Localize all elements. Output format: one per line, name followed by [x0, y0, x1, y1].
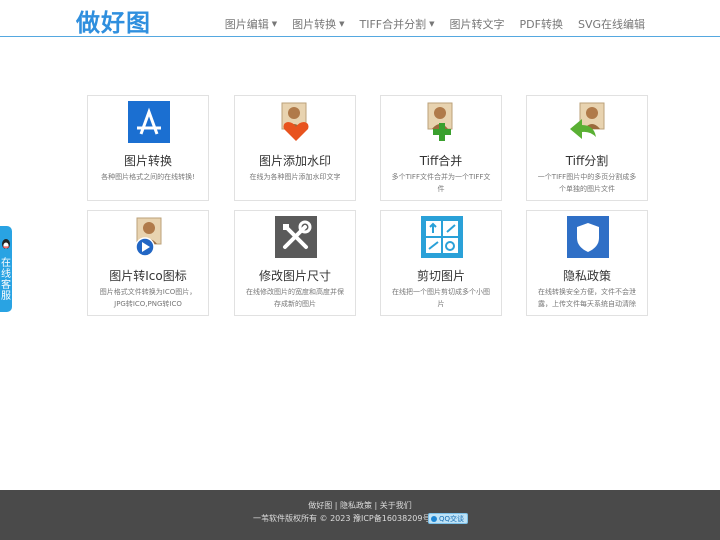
card-title: 图片添加水印	[258, 154, 331, 168]
photo-heart-icon	[281, 102, 309, 141]
online-support-tab[interactable]: 在线客服	[0, 226, 12, 312]
card-title: Tiff合并	[419, 154, 463, 168]
footer-separator: |	[374, 501, 378, 510]
card-desc: 各种图片格式之间的在线转换!	[101, 173, 195, 181]
photo-plus-icon	[427, 102, 453, 141]
card-add-watermark[interactable]: 图片添加水印 在线为各种图片添加水印文字	[234, 95, 356, 201]
nav-image-to-text[interactable]: 图片转文字	[450, 16, 505, 32]
tools-icon	[275, 216, 317, 258]
card-tiff-merge[interactable]: Tiff合并 多个TIFF文件合并为一个TIFF文件	[380, 95, 502, 201]
site-footer: 做好图 | 隐私政策 | 关于我们 一苇软件版权所有 © 2023 豫ICP备1…	[0, 490, 720, 540]
card-title: 图片转换	[123, 154, 172, 168]
caret-down-icon: ▼	[271, 20, 278, 28]
card-desc: 在线把一个图片剪切成多个小图片	[392, 288, 490, 308]
card-resize-image[interactable]: 修改图片尺寸 在线修改图片的宽度和高度并保存成新的图片	[234, 210, 356, 316]
nav-pdf-convert[interactable]: PDF转换	[520, 16, 563, 32]
card-tiff-split[interactable]: Tiff分割 一个TIFF图片中的多页分割成多个单独的图片文件	[526, 95, 648, 201]
card-desc: 一个TIFF图片中的多页分割成多个单独的图片文件	[537, 173, 637, 193]
card-image-to-ico[interactable]: 图片转Ico图标 图片格式文件转换为ICO图片，JPG转ICO,PNG转ICO	[87, 210, 209, 316]
app-store-icon	[128, 101, 170, 143]
card-title: 隐私政策	[562, 269, 611, 283]
footer-links: 做好图 | 隐私政策 | 关于我们	[0, 500, 720, 511]
card-privacy-policy[interactable]: 隐私政策 在线转换安全方便，文件不会泄露，上传文件每天系统自动清除	[526, 210, 648, 316]
card-title: Tiff分割	[565, 154, 609, 168]
card-desc: 多个TIFF文件合并为一个TIFF文件	[391, 173, 491, 193]
card-desc: 在线转换安全方便，文件不会泄露，上传文件每天系统自动清除	[538, 288, 636, 308]
qq-icon	[431, 515, 437, 522]
main-nav: 图片编辑 ▼ 图片转换 ▼ TIFF合并分割 ▼ 图片转文字 PDF转换 SVG在线编…	[210, 16, 645, 32]
card-desc: 图片格式文件转换为ICO图片，JPG转ICO,PNG转ICO	[99, 288, 197, 308]
grid-tiles-icon	[421, 216, 463, 258]
nav-image-convert[interactable]: 图片转换 ▼	[292, 16, 344, 32]
card-desc: 在线为各种图片添加水印文字	[249, 173, 341, 181]
caret-down-icon: ▼	[429, 20, 435, 28]
card-title: 修改图片尺寸	[258, 269, 331, 283]
qq-chat-button[interactable]: QQ交谈	[428, 513, 469, 524]
card-title: 图片转Ico图标	[109, 269, 187, 283]
nav-tiff-merge-split[interactable]: TIFF合并分割 ▼	[360, 16, 435, 32]
footer-link-about[interactable]: 关于我们	[380, 501, 412, 510]
qq-penguin-icon	[2, 239, 10, 249]
photo-arrow-icon	[570, 102, 605, 139]
footer-link-home[interactable]: 做好图	[308, 501, 332, 510]
card-image-convert[interactable]: 图片转换 各种图片格式之间的在线转换!	[87, 95, 209, 201]
caret-down-icon: ▼	[339, 20, 345, 28]
footer-separator: |	[334, 501, 338, 510]
nav-image-edit[interactable]: 图片编辑 ▼	[225, 16, 277, 32]
footer-link-privacy[interactable]: 隐私政策	[340, 501, 372, 510]
card-desc: 在线修改图片的宽度和高度并保存成新的图片	[246, 288, 344, 308]
site-header: 做好图 图片编辑 ▼ 图片转换 ▼ TIFF合并分割 ▼ 图片转文字 PDF转换 SV…	[0, 0, 720, 37]
shield-icon	[567, 216, 609, 258]
qq-chat-label: QQ交谈	[439, 514, 465, 523]
online-support-label: 在线客服	[1, 258, 11, 302]
card-title: 剪切图片	[416, 269, 465, 283]
site-logo[interactable]: 做好图	[76, 3, 151, 38]
nav-svg-editor[interactable]: SVG在线编辑	[578, 16, 645, 32]
photo-play-icon	[135, 217, 162, 257]
footer-copyright: 一苇软件版权所有 © 2023 豫ICP备16038209号-2	[253, 514, 439, 523]
card-cut-image[interactable]: 剪切图片 在线把一个图片剪切成多个小图片	[380, 210, 502, 316]
